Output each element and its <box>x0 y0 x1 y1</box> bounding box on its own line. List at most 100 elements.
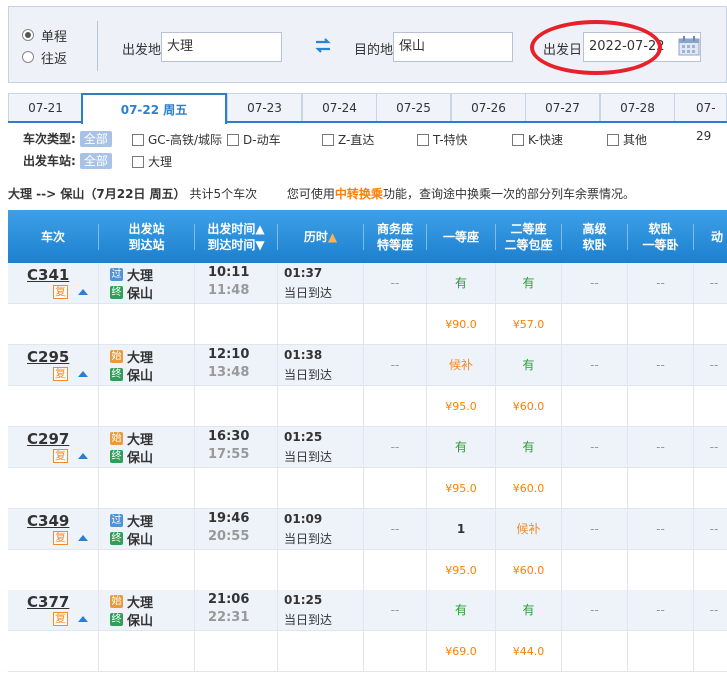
date-tab-0722-active[interactable]: 07-22 周五 <box>81 93 227 124</box>
arrive-day: 当日到达 <box>284 532 333 546</box>
date-tab-0726[interactable]: 07-26 <box>451 93 526 121</box>
depart-time: 16:30 <box>208 429 250 444</box>
second-class-seat[interactable]: 有 <box>496 427 561 468</box>
first-class-seat[interactable]: 有 <box>427 263 495 304</box>
checkbox[interactable] <box>322 133 334 146</box>
soft-sleeper: -- <box>656 276 665 290</box>
expand-up-icon[interactable] <box>78 371 88 377</box>
soft-sleeper: -- <box>656 603 665 617</box>
th-duration[interactable]: 历时▲ <box>278 210 363 263</box>
arrive-day: 当日到达 <box>284 450 333 464</box>
sort-down-icon[interactable]: ▼ <box>255 238 264 252</box>
filter-z[interactable]: Z-直达 <box>322 131 374 148</box>
arrive-day: 当日到达 <box>284 613 333 627</box>
expand-up-icon[interactable] <box>78 616 88 622</box>
train-code-link[interactable]: C297 <box>27 430 69 448</box>
train-code-link[interactable]: C377 <box>27 593 69 611</box>
column-divider <box>194 263 195 345</box>
calendar-icon[interactable] <box>678 36 700 56</box>
table-header: 车次 出发站 到达站 出发时间▲ 到达时间▼ 历时▲ 商务座 特等座 一等座 二等座… <box>8 210 727 263</box>
station-all-chip[interactable]: 全部 <box>79 152 112 169</box>
filter-other[interactable]: 其他 <box>607 131 647 148</box>
one-way-radio[interactable] <box>22 29 34 41</box>
swap-stations-icon[interactable] <box>313 38 333 54</box>
train-row-price <box>8 304 727 345</box>
first-class-seat[interactable]: 有 <box>427 427 495 468</box>
duration: 01:25 <box>284 593 323 607</box>
checkbox[interactable] <box>132 133 144 146</box>
date-tab-0729[interactable]: 07-29 <box>674 93 727 143</box>
moving-sleeper: -- <box>709 440 719 454</box>
second-class-seat[interactable]: 有 <box>496 345 561 386</box>
soft-sleeper: -- <box>656 440 665 454</box>
first-class-price: ¥90.0 <box>445 318 477 331</box>
first-class-price: ¥95.0 <box>445 400 477 413</box>
train-code-link[interactable]: C295 <box>27 348 69 366</box>
reschedule-icon[interactable]: 复 <box>53 531 68 545</box>
arrive-time: 22:31 <box>208 610 250 625</box>
checkbox[interactable] <box>417 133 429 146</box>
moving-sleeper: -- <box>709 276 719 290</box>
from-station-input[interactable]: 大理 <box>161 32 282 62</box>
route-text: 大理 --> 保山（7月22日 周五） <box>8 187 186 201</box>
filter-t[interactable]: T-特快 <box>417 131 468 148</box>
train-row: C295 复 始大理终保山 12:10 13:48 01:38 当日到达 -- 候补有 -- -- -… <box>8 345 727 427</box>
expand-up-icon[interactable] <box>78 289 88 295</box>
th-time[interactable]: 出发时间▲ 到达时间▼ <box>195 210 277 263</box>
depart-time: 19:46 <box>208 511 250 526</box>
transfer-link[interactable]: 中转换乘 <box>335 187 383 201</box>
column-divider <box>194 590 195 672</box>
date-tab-0727[interactable]: 07-27 <box>525 93 600 121</box>
one-way-option[interactable]: 单程 <box>22 24 67 46</box>
checkbox[interactable] <box>512 133 524 146</box>
to-station-badge-icon: 终 <box>110 613 123 626</box>
expand-up-icon[interactable] <box>78 535 88 541</box>
from-station-badge-icon: 过 <box>110 268 123 281</box>
reschedule-icon[interactable]: 复 <box>53 612 68 626</box>
checkbox[interactable] <box>132 155 144 168</box>
to-station: 保山 <box>127 287 154 302</box>
reschedule-icon[interactable]: 复 <box>53 285 68 299</box>
date-tab-0728[interactable]: 07-28 <box>600 93 675 121</box>
sort-up-icon[interactable]: ▲ <box>328 230 337 244</box>
to-station-input[interactable]: 保山 <box>393 32 513 62</box>
second-class-price: ¥57.0 <box>512 318 545 331</box>
expand-up-icon[interactable] <box>78 453 88 459</box>
from-station: 大理 <box>127 433 154 448</box>
to-station: 保山 <box>127 533 154 548</box>
filter-gc[interactable]: GC-高铁/城际 <box>132 131 222 148</box>
first-class-seat[interactable]: 候补 <box>427 345 495 386</box>
th-first: 一等座 <box>442 229 479 244</box>
column-divider <box>98 509 99 591</box>
train-code-link[interactable]: C349 <box>27 512 69 530</box>
filter-d[interactable]: D-动车 <box>227 131 281 148</box>
second-class-seat[interactable]: 有 <box>496 263 561 304</box>
train-type-all-chip[interactable]: 全部 <box>79 130 112 147</box>
second-class-seat[interactable]: 有 <box>496 590 561 631</box>
filter-station-dali[interactable]: 大理 <box>132 153 172 170</box>
date-tab-0723[interactable]: 07-23 <box>227 93 302 121</box>
reschedule-icon[interactable]: 复 <box>53 449 68 463</box>
column-divider <box>98 590 99 672</box>
duration: 01:25 <box>284 430 323 444</box>
first-class-seat[interactable]: 1 <box>427 509 495 550</box>
round-trip-radio[interactable] <box>22 51 34 63</box>
checkbox[interactable] <box>607 133 619 146</box>
reschedule-icon[interactable]: 复 <box>53 367 68 381</box>
round-trip-option[interactable]: 往返 <box>22 46 67 68</box>
th-soft: 软卧 一等卧 <box>642 221 679 252</box>
date-tab-0724[interactable]: 07-24 <box>302 93 377 121</box>
date-tab-0721[interactable]: 07-21 <box>8 93 83 121</box>
train-type-label: 车次类型: <box>23 132 76 146</box>
first-class-seat[interactable]: 有 <box>427 590 495 631</box>
date-tab-0725[interactable]: 07-25 <box>376 93 451 121</box>
moving-sleeper: -- <box>709 358 719 372</box>
sort-up-icon[interactable]: ▲ <box>255 222 264 236</box>
checkbox[interactable] <box>227 133 239 146</box>
train-code-link[interactable]: C341 <box>27 266 69 284</box>
th-business: 商务座 特等座 <box>376 221 413 252</box>
second-class-seat[interactable]: 候补 <box>496 509 561 550</box>
business-seat: -- <box>390 440 400 454</box>
duration: 01:09 <box>284 512 323 526</box>
filter-k[interactable]: K-快速 <box>512 131 563 148</box>
